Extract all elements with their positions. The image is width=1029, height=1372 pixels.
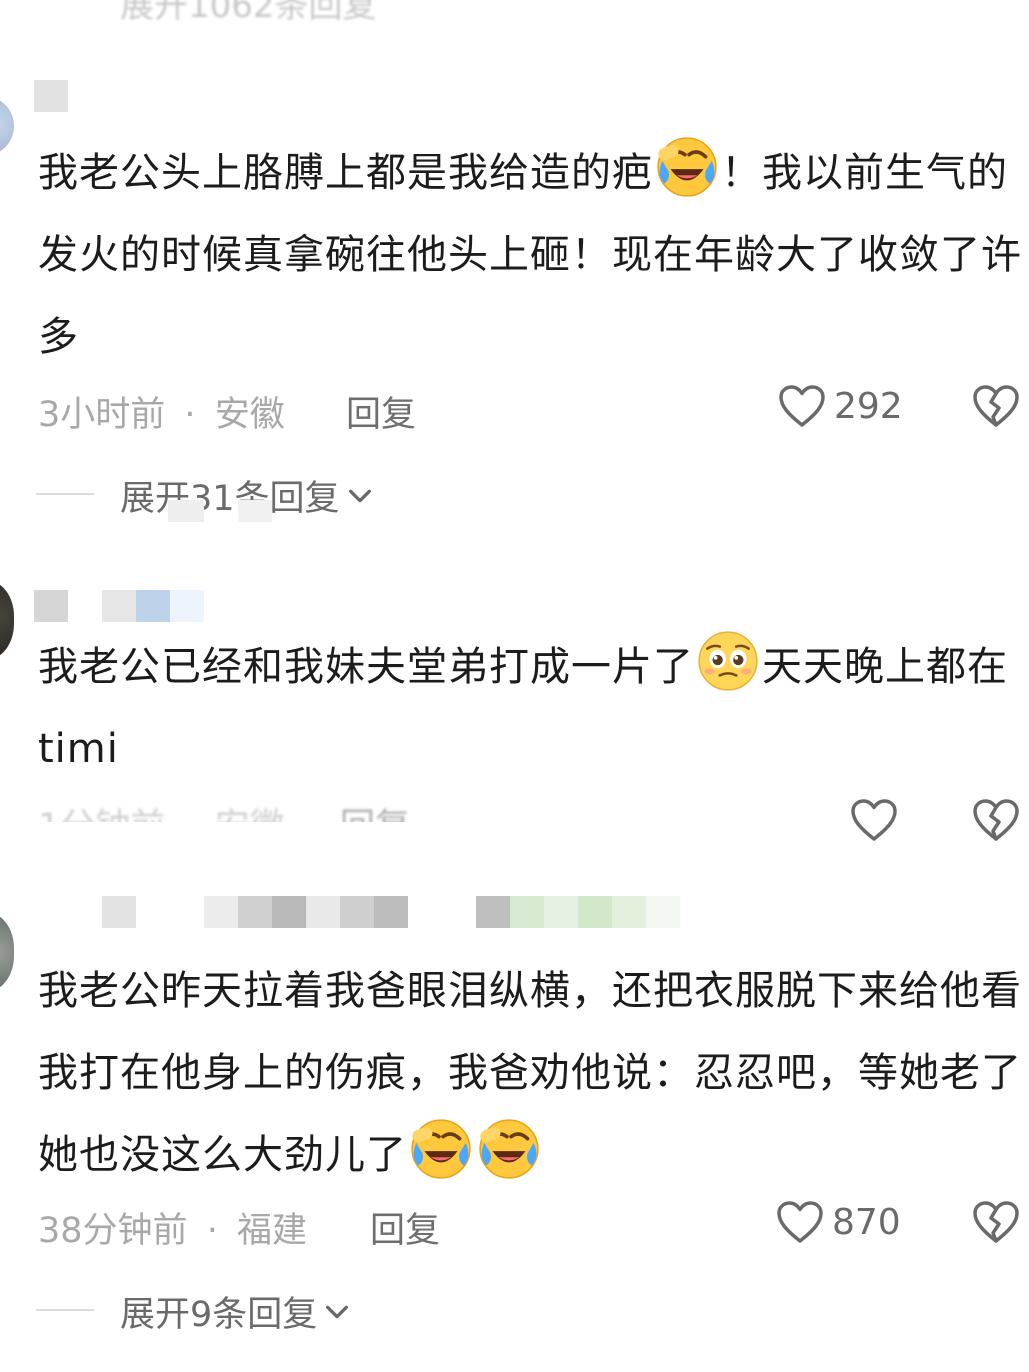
mask-overlay: [0, 822, 460, 862]
broken-heart-icon[interactable]: [972, 1200, 1020, 1244]
heart-icon[interactable]: [776, 1200, 824, 1244]
comment-meta: 38分钟前 · 福建: [38, 1202, 307, 1253]
chevron-down-icon: [346, 482, 374, 510]
comment-text: 我老公已经和我妹夫堂弟打成一片了 天天晚上都在timi: [38, 626, 1023, 790]
meta-separator: ·: [184, 395, 196, 435]
avatar[interactable]: [0, 580, 14, 660]
divider: [36, 493, 94, 495]
laughing-tears-emoji: [408, 1116, 474, 1182]
heart-icon[interactable]: [778, 384, 826, 428]
chevron-down-icon: [323, 1298, 351, 1326]
comment-text: 我老公昨天拉着我爸眼泪纵横，还把衣服脱下来给他看我打在他身上的伤痕，我爸劝他说：…: [38, 950, 1023, 1196]
comment-text: 我老公头上胳膊上都是我给造的疤 ！我以前生气的发火的时候真拿碗往他头上砸！现在年龄…: [38, 132, 1023, 378]
comment-location: 安徽: [214, 395, 285, 435]
comment-time: 38分钟前: [38, 1211, 188, 1251]
broken-heart-icon[interactable]: [972, 384, 1020, 428]
reply-button[interactable]: 回复: [346, 386, 416, 437]
avatar[interactable]: [0, 912, 14, 992]
avatar[interactable]: [0, 96, 14, 156]
like-count: 870: [832, 1202, 901, 1243]
comment-location: 福建: [236, 1211, 307, 1251]
username-blurred[interactable]: [34, 590, 204, 622]
divider: [36, 1309, 94, 1311]
comment-meta: 3小时前 · 安徽: [38, 386, 285, 437]
broken-heart-icon[interactable]: [972, 798, 1020, 842]
expand-replies-button[interactable]: 展开9条回复: [120, 1286, 351, 1337]
expand-replies-label: 展开9条回复: [120, 1295, 318, 1335]
laughing-tears-emoji: [654, 134, 720, 200]
comment-time: 3小时前: [38, 395, 166, 435]
mosaic-overlay: [168, 500, 278, 522]
reply-button[interactable]: 回复: [370, 1202, 440, 1253]
meta-separator: ·: [206, 1211, 218, 1251]
laughing-tears-emoji: [476, 1116, 542, 1182]
heart-icon[interactable]: [850, 798, 898, 842]
expand-replies-top[interactable]: 展开1062条回复: [120, 0, 377, 27]
username-blurred[interactable]: [102, 896, 680, 928]
like-count: 292: [834, 386, 903, 427]
pleading-face-emoji: [695, 628, 761, 694]
username-blurred[interactable]: [34, 80, 68, 112]
comment-text-part: 我老公头上胳膊上都是我给造的疤: [38, 150, 653, 196]
comment-text-part: 我老公已经和我妹夫堂弟打成一片了: [38, 644, 694, 690]
